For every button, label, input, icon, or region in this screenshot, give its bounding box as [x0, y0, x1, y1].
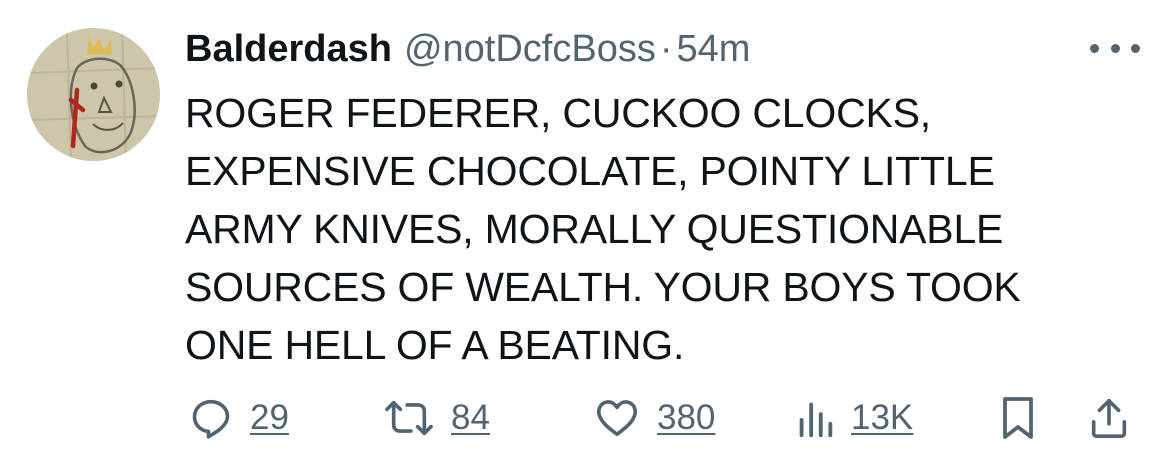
avatar[interactable] — [27, 28, 160, 161]
more-dot — [1131, 43, 1140, 53]
share-icon — [1091, 398, 1127, 439]
avatar-drawing-icon — [27, 28, 160, 161]
views-count: 13K — [851, 398, 914, 437]
retweet-button[interactable]: 84 — [383, 390, 490, 446]
separator-dot: · — [659, 28, 673, 70]
more-dot — [1110, 43, 1120, 53]
timestamp[interactable]: 54m — [677, 26, 751, 72]
retweet-icon — [385, 400, 433, 436]
bookmark-button[interactable] — [1000, 390, 1036, 446]
like-button[interactable]: 380 — [593, 390, 715, 446]
reply-icon — [192, 399, 230, 439]
display-name[interactable]: Balderdash — [185, 26, 392, 72]
like-count: 380 — [657, 398, 716, 437]
tweet-header: Balderdash @notDcfcBoss · 54m — [185, 26, 750, 72]
user-handle[interactable]: @notDcfcBoss — [404, 26, 656, 72]
views-button[interactable]: 13K — [795, 390, 913, 446]
share-button[interactable] — [1086, 390, 1132, 446]
more-dot — [1090, 43, 1099, 53]
more-horizontal-icon[interactable] — [1090, 36, 1140, 60]
tweet-text: ROGER FEDERER, CUCKOO CLOCKS, EXPENSIVE … — [185, 90, 1021, 368]
action-bar: 29 84 380 13K — [0, 390, 1170, 446]
bookmark-icon — [1003, 397, 1033, 439]
views-icon — [799, 402, 833, 438]
heart-icon — [596, 400, 638, 437]
retweet-count: 84 — [451, 398, 490, 437]
tweet-card[interactable]: Balderdash @notDcfcBoss · 54m ROGER FEDE… — [0, 0, 1170, 473]
reply-button[interactable]: 29 — [188, 390, 289, 446]
reply-count: 29 — [250, 398, 289, 437]
